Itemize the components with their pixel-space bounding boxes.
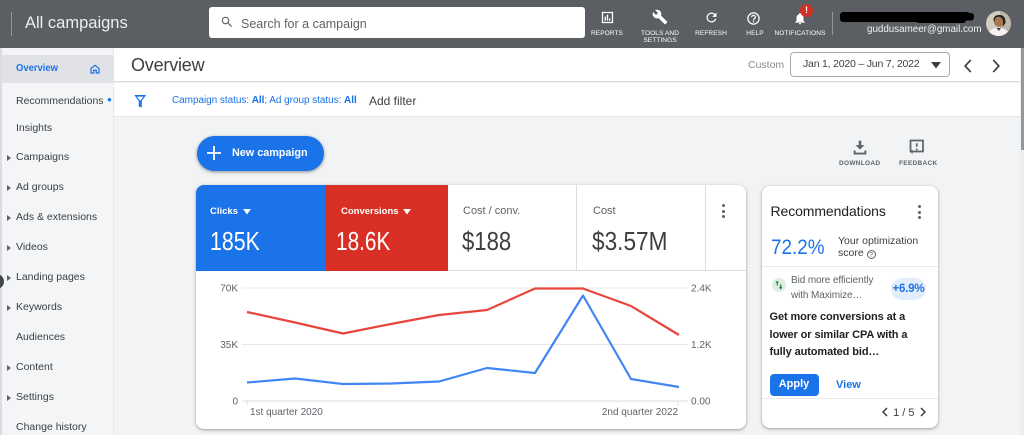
svg-text:2nd quarter 2022: 2nd quarter 2022 [602,407,679,418]
svg-text:1st quarter 2020: 1st quarter 2020 [250,407,323,418]
svg-text:0.00: 0.00 [691,397,711,408]
svg-text:70K: 70K [220,284,238,295]
svg-text:1.2K: 1.2K [691,340,712,351]
svg-text:0: 0 [232,397,238,408]
svg-text:2.4K: 2.4K [691,284,712,295]
svg-text:35K: 35K [220,340,238,351]
